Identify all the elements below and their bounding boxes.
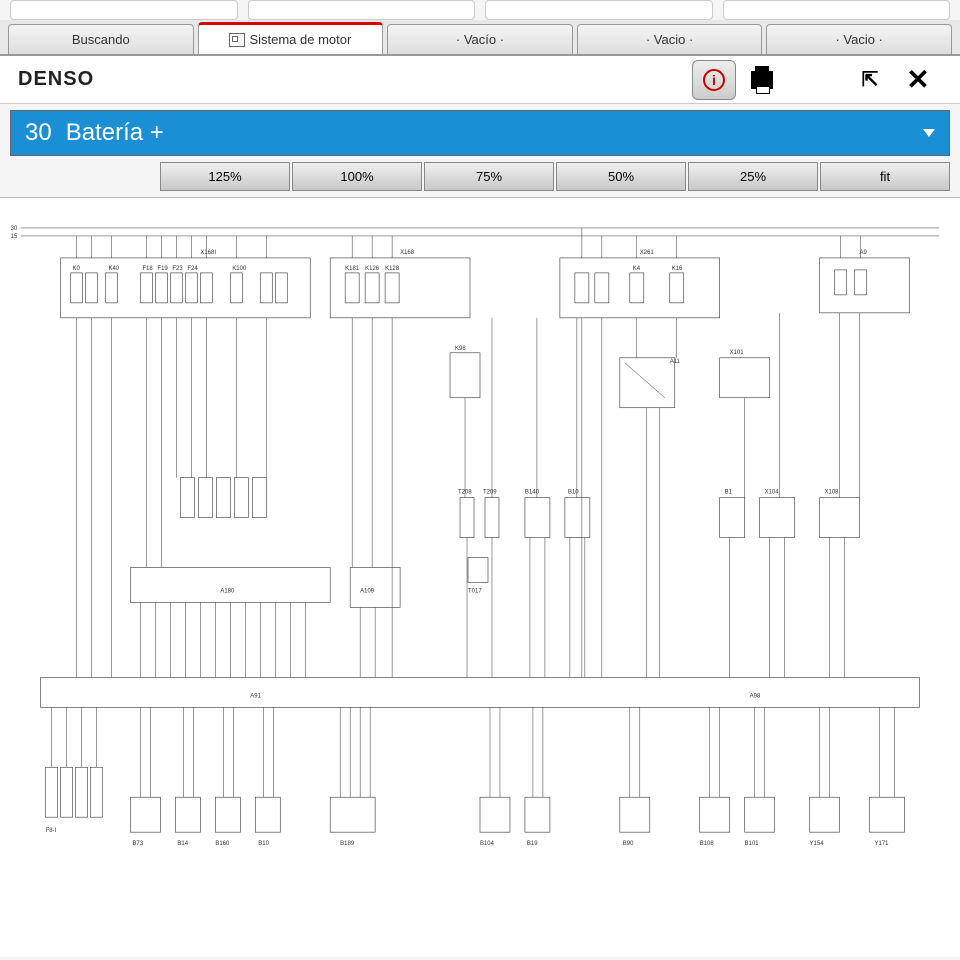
svg-text:X104: X104 <box>765 490 780 496</box>
zoom-fit[interactable]: fit <box>820 162 950 191</box>
svg-text:K0: K0 <box>73 266 81 272</box>
zoom-25[interactable]: 25% <box>688 162 818 191</box>
svg-text:A11: A11 <box>670 359 681 365</box>
svg-text:B140: B140 <box>525 490 540 496</box>
tab-empty-3[interactable]: · Vacio · <box>766 24 952 54</box>
info-icon: i <box>703 69 725 91</box>
svg-text:A109: A109 <box>360 588 375 594</box>
engine-icon <box>229 33 245 47</box>
svg-text:A91: A91 <box>250 693 261 699</box>
info-button[interactable]: i <box>692 60 736 100</box>
svg-text:T017: T017 <box>468 588 482 594</box>
svg-text:K40: K40 <box>108 266 119 272</box>
svg-text:A180: A180 <box>220 588 235 594</box>
svg-text:B1: B1 <box>725 490 733 496</box>
printer-icon <box>751 71 773 89</box>
svg-text:T209: T209 <box>483 490 497 496</box>
svg-text:A98: A98 <box>750 693 761 699</box>
brand-label: DENSO <box>18 68 690 91</box>
svg-text:K100: K100 <box>232 266 247 272</box>
svg-text:B10: B10 <box>258 841 269 847</box>
circuit-selector[interactable]: 30 Batería + <box>10 110 950 156</box>
zoom-50[interactable]: 50% <box>556 162 686 191</box>
close-button[interactable]: ✕ <box>896 60 940 100</box>
circuit-label: Batería + <box>66 119 164 147</box>
svg-text:K126: K126 <box>365 266 380 272</box>
svg-text:K16: K16 <box>672 266 683 272</box>
svg-text:B90: B90 <box>623 841 634 847</box>
svg-text:Y154: Y154 <box>810 841 825 847</box>
zoom-75[interactable]: 75% <box>424 162 554 191</box>
svg-text:X168I: X168I <box>200 250 216 256</box>
svg-text:X101: X101 <box>730 350 745 356</box>
svg-text:B160: B160 <box>215 841 230 847</box>
resize-icon: ⇱ <box>862 67 879 92</box>
tab-bar: Buscando Sistema de motor · Vacío · · Va… <box>0 20 960 56</box>
svg-text:B73: B73 <box>132 841 143 847</box>
dropdown-arrow-icon <box>923 129 935 137</box>
svg-text:15: 15 <box>11 234 18 240</box>
tab-empty-2[interactable]: · Vacio · <box>577 24 763 54</box>
svg-text:K4: K4 <box>633 266 641 272</box>
print-button[interactable] <box>740 60 784 100</box>
tab-searching[interactable]: Buscando <box>8 24 194 54</box>
svg-text:B14: B14 <box>177 841 188 847</box>
svg-text:F19: F19 <box>157 266 168 272</box>
zoom-125[interactable]: 125% <box>160 162 290 191</box>
svg-text:B101: B101 <box>745 841 760 847</box>
tab-engine-system[interactable]: Sistema de motor <box>198 22 384 54</box>
svg-text:F23: F23 <box>172 266 183 272</box>
svg-text:B104: B104 <box>480 841 495 847</box>
svg-text:B108: B108 <box>700 841 715 847</box>
svg-text:F24: F24 <box>187 266 198 272</box>
svg-text:B10: B10 <box>568 490 579 496</box>
svg-text:F8-I: F8-I <box>46 828 57 834</box>
resize-button[interactable]: ⇱ <box>848 60 892 100</box>
svg-text:K128: K128 <box>385 266 400 272</box>
top-toolbar-placeholder <box>0 0 960 20</box>
svg-text:X261: X261 <box>640 250 655 256</box>
svg-text:X168: X168 <box>400 250 415 256</box>
svg-text:30: 30 <box>11 226 18 232</box>
zoom-toolbar: 125% 100% 75% 50% 25% fit <box>0 158 960 197</box>
tab-empty-1[interactable]: · Vacío · <box>387 24 573 54</box>
svg-text:K98: K98 <box>455 346 466 352</box>
circuit-code: 30 <box>25 119 52 147</box>
wiring-diagram[interactable]: 30 15 X168I K0 K40 F18 F19 F23 F24 K100 X168… <box>0 197 960 957</box>
close-icon: ✕ <box>906 63 929 96</box>
svg-text:B19: B19 <box>527 841 538 847</box>
svg-text:F18: F18 <box>142 266 153 272</box>
svg-text:K181: K181 <box>345 266 360 272</box>
svg-text:B189: B189 <box>340 841 355 847</box>
svg-text:X108: X108 <box>825 490 840 496</box>
svg-text:Y171: Y171 <box>874 841 889 847</box>
header-bar: DENSO i ⇱ ✕ <box>0 56 960 104</box>
zoom-100[interactable]: 100% <box>292 162 422 191</box>
